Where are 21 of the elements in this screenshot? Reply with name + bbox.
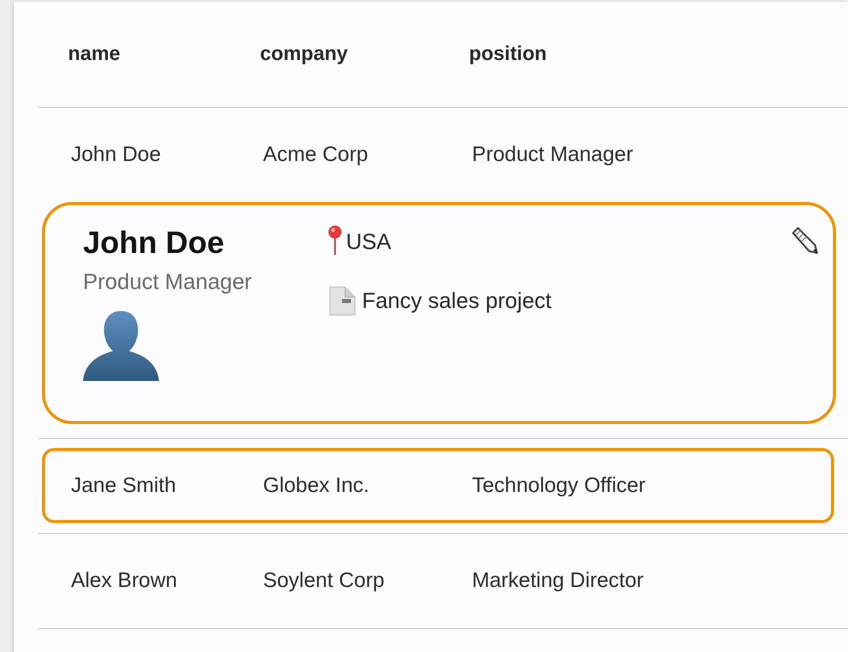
table-cell-text: Globex Inc. xyxy=(263,474,370,498)
table-cell-text: Soylent Corp xyxy=(263,568,386,592)
table-cell-text: John Doe xyxy=(71,142,162,166)
table-cell-text: Marketing Director xyxy=(472,568,645,592)
table-cell-text: Acme Corp xyxy=(263,142,370,166)
person-position: Product Manager xyxy=(83,269,253,295)
pencil-icon[interactable] xyxy=(789,225,819,255)
table-cell-text: Technology Officer xyxy=(472,474,647,498)
table-cell-text: Product Manager xyxy=(472,142,634,166)
person-name: John Doe xyxy=(83,225,226,261)
document-icon xyxy=(328,285,358,317)
table-cell-text: Alex Brown xyxy=(71,568,178,592)
pushpin-icon xyxy=(328,225,342,255)
project-text: Fancy sales project xyxy=(362,288,552,314)
column-header[interactable]: position xyxy=(469,43,848,66)
selected-row[interactable]: Jane Smith Globex Inc. Technology Officer xyxy=(42,448,834,523)
column-header[interactable]: company xyxy=(260,43,469,66)
location-text: USA xyxy=(346,229,392,255)
avatar-icon xyxy=(83,311,159,381)
table-cell-text: Jane Smith xyxy=(71,474,178,498)
column-header[interactable]: name xyxy=(68,43,260,66)
